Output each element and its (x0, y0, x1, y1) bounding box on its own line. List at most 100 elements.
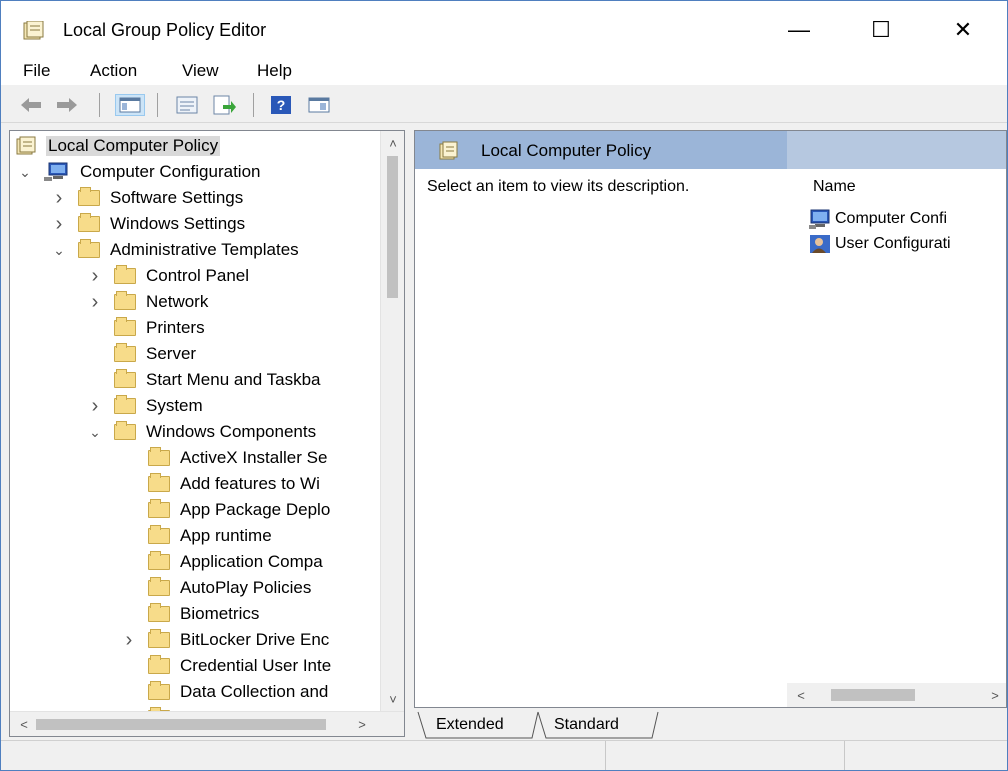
tree-node[interactable]: Data Collection and (122, 679, 330, 705)
console-tree: Local Computer Policy ⌄ Computer Configura… (10, 131, 380, 711)
details-list: Name Computer Confi User Configurati (787, 169, 1006, 707)
chevron-down-icon[interactable]: ⌄ (52, 237, 66, 263)
tree-node[interactable]: › Control Panel (88, 263, 251, 289)
folder-icon (114, 343, 136, 362)
tree-node[interactable]: Add features to Wi (122, 471, 322, 497)
scroll-left-arrow-icon[interactable]: < (789, 683, 813, 707)
tree-node-label: Windows Components (146, 422, 317, 441)
scroll-up-arrow-icon[interactable]: ˄ (381, 131, 404, 155)
scroll-down-arrow-icon[interactable]: ˅ (381, 687, 404, 711)
folder-icon (114, 291, 136, 310)
chevron-right-icon[interactable]: › (88, 263, 102, 289)
folder-icon (78, 187, 100, 206)
folder-icon (114, 395, 136, 414)
show-hide-console-tree-icon[interactable] (115, 94, 145, 116)
folder-icon (78, 213, 100, 232)
minimize-button[interactable]: — (777, 13, 821, 47)
back-arrow-icon[interactable] (19, 94, 43, 116)
details-horizontal-scrollbar[interactable]: < > (787, 683, 1006, 707)
menu-view[interactable]: View (182, 61, 219, 81)
tree-node-label: Data Collection and (180, 682, 329, 701)
chevron-right-icon[interactable]: › (88, 289, 102, 315)
details-horizontal-scroll-thumb[interactable] (831, 689, 915, 701)
tree-node[interactable]: ActiveX Installer Se (122, 445, 329, 471)
tree-node[interactable]: Application Compa (122, 549, 325, 575)
tree-node[interactable]: ⌄ Computer Configuration (18, 159, 262, 185)
tree-node[interactable]: › System (88, 393, 205, 419)
tree-node[interactable]: Local Computer Policy (16, 133, 221, 159)
scroll-left-arrow-icon[interactable]: < (12, 712, 36, 736)
details-pane: Local Computer Policy Select an item to … (414, 130, 1007, 708)
console-tree-pane[interactable]: Local Computer Policy ⌄ Computer Configura… (9, 130, 405, 737)
tree-node-label: Application Compa (180, 552, 323, 571)
menu-file[interactable]: File (23, 61, 50, 81)
tree-node[interactable]: App runtime (122, 523, 274, 549)
maximize-button[interactable]: ☐ (859, 13, 903, 47)
folder-icon (114, 317, 136, 336)
column-header-name[interactable]: Name (813, 178, 856, 196)
toolbar-separator (253, 93, 254, 117)
forward-arrow-icon[interactable] (55, 94, 79, 116)
extended-view-icon[interactable] (307, 94, 331, 116)
tree-node[interactable]: Start Menu and Taskba (88, 367, 323, 393)
chevron-down-icon[interactable]: ⌄ (18, 159, 32, 185)
tree-node[interactable]: App Package Deplo (122, 497, 332, 523)
chevron-right-icon[interactable]: › (52, 211, 66, 237)
list-item-user-configuration[interactable]: User Configurati (809, 233, 951, 255)
folder-icon (148, 551, 170, 570)
properties-icon[interactable] (175, 94, 199, 116)
tree-node[interactable]: Printers (88, 315, 207, 341)
toolbar-separator (99, 93, 100, 117)
menu-bar: File Action View Help (1, 59, 1007, 85)
scroll-right-arrow-icon[interactable]: > (983, 683, 1006, 707)
tree-node[interactable]: › Software Settings (52, 185, 245, 211)
tree-node[interactable]: ⌄ Administrative Templates (52, 237, 301, 263)
list-item-computer-configuration[interactable]: Computer Confi (809, 208, 947, 230)
menu-help[interactable]: Help (257, 61, 292, 81)
tree-node[interactable]: Credential User Inte (122, 653, 333, 679)
tree-node-label: App Package Deplo (180, 500, 331, 519)
title-bar[interactable]: Local Group Policy Editor — ☐ ✕ (1, 1, 1007, 59)
close-button[interactable]: ✕ (941, 13, 985, 47)
menu-action[interactable]: Action (90, 61, 137, 81)
folder-icon (148, 577, 170, 596)
svg-text:?: ? (277, 97, 286, 113)
tree-node[interactable]: › Network (88, 289, 210, 315)
folder-icon (148, 473, 170, 492)
tree-node[interactable]: Biometrics (122, 601, 261, 627)
user-config-icon (810, 235, 830, 253)
tree-node[interactable]: ⌄ Windows Components (88, 419, 318, 445)
folder-icon (114, 265, 136, 284)
tree-vertical-scrollbar[interactable]: ˄ ˅ (380, 131, 404, 711)
description-text: Select an item to view its description. (427, 178, 690, 195)
status-divider (844, 741, 845, 770)
chevron-down-icon[interactable]: ⌄ (88, 419, 102, 445)
tree-node[interactable]: › Windows Settings (52, 211, 247, 237)
tree-horizontal-scrollbar[interactable]: < > (10, 711, 404, 736)
view-tabs: Extended Standard (414, 708, 1007, 740)
folder-icon (148, 499, 170, 518)
policy-editor-app-icon (23, 21, 44, 40)
tab-extended[interactable]: Extended (430, 712, 510, 738)
chevron-right-icon[interactable]: › (88, 393, 102, 419)
policy-icon (16, 136, 38, 156)
folder-icon (148, 525, 170, 544)
details-header: Local Computer Policy (415, 131, 1006, 169)
tree-node[interactable]: AutoPlay Policies (122, 575, 313, 601)
tree-node[interactable]: › BitLocker Drive Enc (122, 627, 331, 653)
policy-icon (439, 141, 458, 160)
export-list-icon[interactable] (213, 94, 237, 116)
chevron-right-icon[interactable]: › (122, 627, 136, 653)
tree-node-label: Printers (146, 318, 205, 337)
tree-node-label: Control Panel (146, 266, 250, 285)
chevron-right-icon[interactable]: › (52, 185, 66, 211)
tree-horizontal-scroll-thumb[interactable] (36, 719, 326, 730)
tab-standard[interactable]: Standard (548, 712, 625, 738)
tree-node-label: Start Menu and Taskba (146, 370, 321, 389)
tree-node-label: Add features to Wi (180, 474, 320, 493)
help-icon[interactable]: ? (269, 94, 293, 116)
scroll-right-arrow-icon[interactable]: > (350, 712, 374, 736)
tree-vertical-scroll-thumb[interactable] (387, 156, 398, 298)
list-item-label: User Configurati (835, 235, 951, 252)
tree-node[interactable]: Server (88, 341, 198, 367)
